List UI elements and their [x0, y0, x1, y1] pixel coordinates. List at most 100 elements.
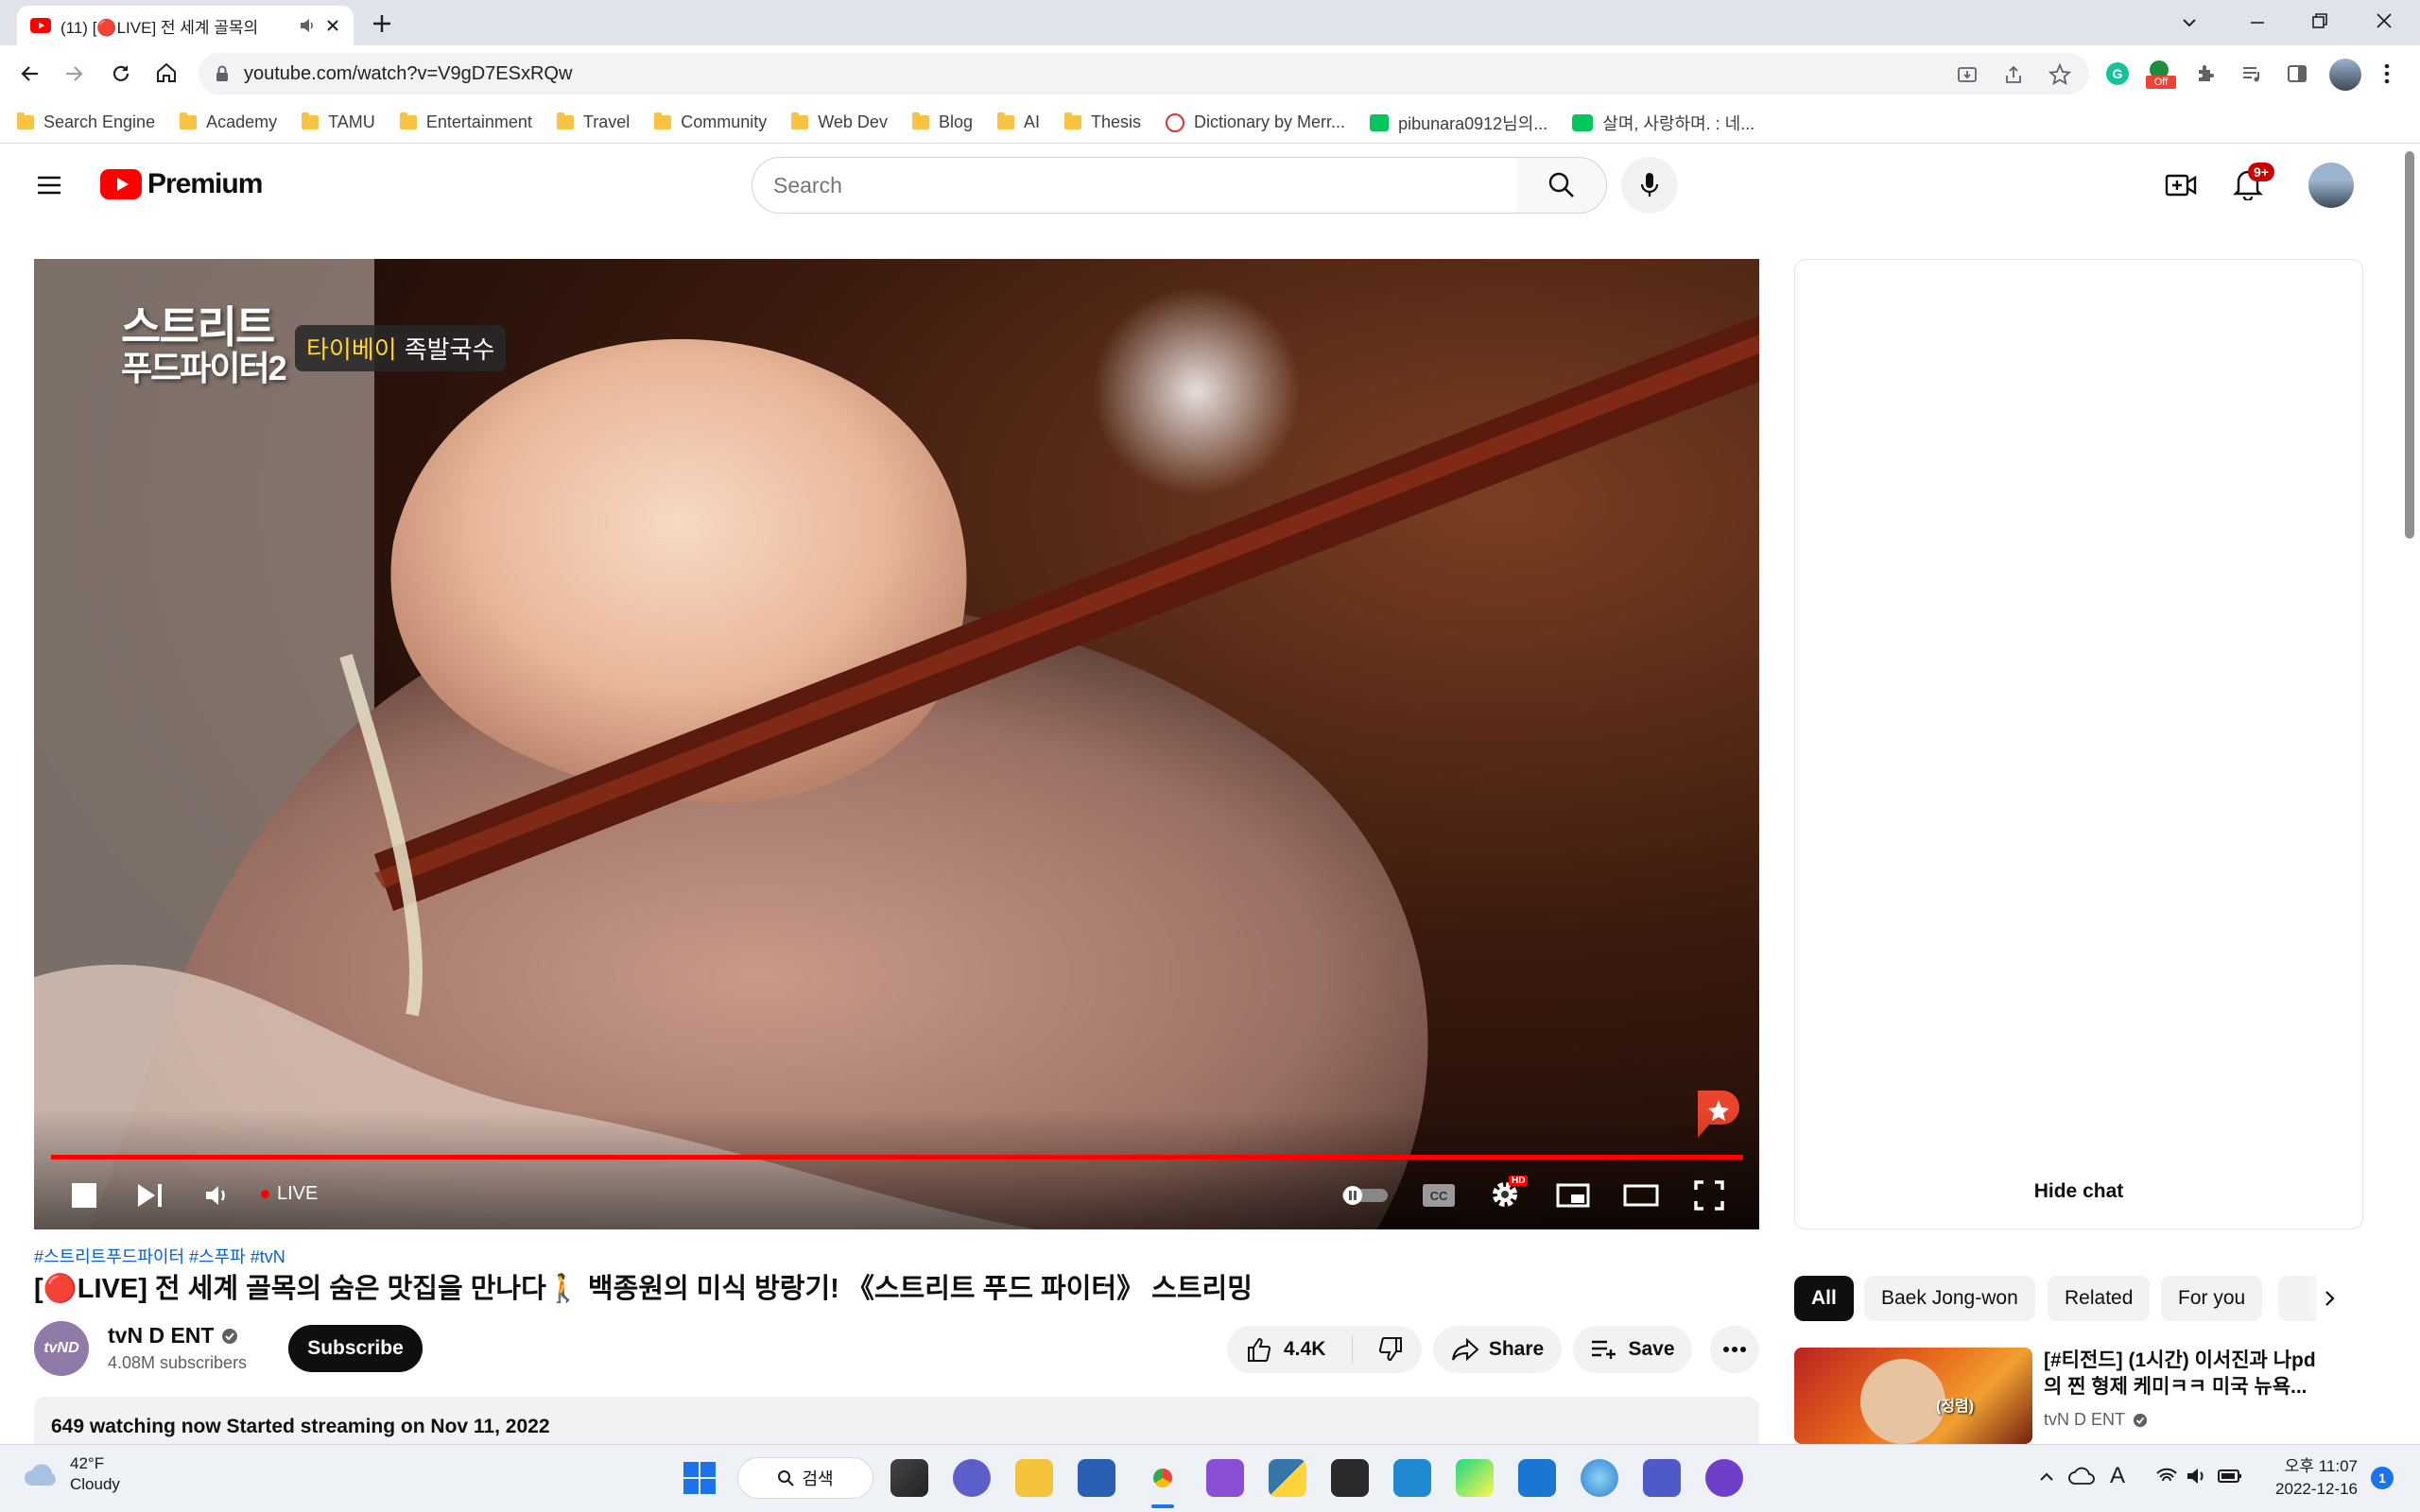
bookmark-item[interactable]: AI [996, 112, 1040, 132]
dislike-button[interactable] [1377, 1336, 1404, 1363]
bookmark-item[interactable]: Thesis [1064, 112, 1141, 132]
bookmark-item[interactable]: Web Dev [791, 112, 888, 132]
forward-icon[interactable] [62, 62, 85, 85]
theater-mode-button[interactable] [1622, 1181, 1660, 1210]
share-page-icon[interactable] [2003, 64, 2024, 85]
chip-all[interactable]: All [1794, 1276, 1854, 1321]
search-input[interactable]: Search [752, 157, 1517, 214]
ime-indicator[interactable]: A [2110, 1463, 2125, 1489]
recommendation-title[interactable]: [#티전드] (1시간) 이서진과 나pd 의 찐 형제 케미ㅋㅋ 미국 뉴욕.… [2044, 1348, 2384, 1400]
extension-off-icon[interactable]: Off [2146, 60, 2176, 89]
subscribe-button[interactable]: Subscribe [288, 1325, 423, 1372]
mute-button[interactable] [200, 1181, 233, 1210]
video-player[interactable]: 스트리트 푸드파이터2 타이베이 족발국수 LIVE CC HD [34, 259, 1759, 1229]
battery-icon[interactable] [2218, 1467, 2242, 1486]
teams-icon[interactable] [1643, 1459, 1681, 1497]
page-scrollbar-thumb[interactable] [2405, 151, 2414, 539]
hide-chat-button[interactable]: Hide chat [1795, 1180, 2362, 1203]
speaker-icon[interactable] [299, 18, 316, 33]
account-avatar[interactable] [2308, 163, 2354, 208]
share-button[interactable]: Share [1433, 1326, 1562, 1373]
chat-app-icon[interactable] [953, 1459, 991, 1497]
file-explorer-icon[interactable] [1015, 1459, 1053, 1497]
bookmark-star-icon[interactable] [2048, 63, 2071, 86]
tab-search-chevron-icon[interactable] [2180, 13, 2199, 32]
progress-bar[interactable] [51, 1155, 1743, 1160]
profile-avatar[interactable] [2329, 59, 2361, 91]
more-actions-button[interactable] [1710, 1326, 1759, 1373]
voice-search-button[interactable] [1621, 157, 1678, 214]
bookmark-item[interactable]: pibunara0912님의... [1370, 111, 1547, 135]
chip-related[interactable]: Related [2048, 1276, 2151, 1321]
channel-name-row[interactable]: tvN D ENT [108, 1323, 238, 1349]
recommendation-channel[interactable]: tvN D ENT [2044, 1410, 2148, 1430]
taskbar-clock[interactable]: 오후 11:07 2022-12-16 [2263, 1455, 2358, 1501]
channel-avatar[interactable]: tvND [34, 1321, 89, 1376]
bookmark-item[interactable]: Community [654, 112, 767, 132]
notification-center-badge[interactable]: 1 [2371, 1467, 2394, 1489]
windows-start-icon[interactable] [683, 1461, 717, 1495]
stop-button[interactable] [70, 1181, 98, 1210]
youtube-logo[interactable]: Premium [100, 168, 263, 200]
media-queue-icon[interactable] [2240, 62, 2263, 85]
reload-icon[interactable] [110, 62, 132, 85]
onedrive-icon[interactable] [2068, 1467, 2095, 1486]
captions-button[interactable]: CC [1420, 1181, 1458, 1210]
grammarly-icon[interactable]: G [2106, 62, 2129, 85]
bookmark-item[interactable]: Dictionary by Merr... [1166, 112, 1345, 132]
home-icon[interactable] [155, 61, 178, 84]
like-button[interactable]: 4.4K [1246, 1336, 1325, 1363]
minimize-icon[interactable] [2248, 13, 2267, 32]
github-desktop-icon[interactable] [1705, 1459, 1743, 1497]
volume-tray-icon[interactable] [2186, 1467, 2208, 1486]
restore-icon[interactable] [2310, 11, 2329, 30]
live-indicator[interactable]: LIVE [261, 1183, 318, 1205]
next-button[interactable] [134, 1181, 166, 1210]
bookmark-item[interactable]: Search Engine [17, 112, 155, 132]
close-tab-icon[interactable] [325, 18, 340, 33]
extensions-puzzle-icon[interactable] [2195, 62, 2218, 85]
terminal-icon[interactable] [1331, 1459, 1369, 1497]
miniplayer-button[interactable] [1554, 1181, 1592, 1210]
autoplay-toggle[interactable] [1339, 1181, 1392, 1210]
address-bar[interactable]: youtube.com/watch?v=V9gD7ESxRQw [199, 53, 2089, 94]
search-button[interactable] [1516, 157, 1607, 214]
notepad-icon[interactable] [1518, 1459, 1556, 1497]
settings-button[interactable]: HD [1486, 1176, 1529, 1211]
back-icon[interactable] [19, 62, 42, 85]
chrome-taskbar-icon[interactable] [1144, 1459, 1182, 1497]
video-hashtags[interactable]: #스트리트푸드파이터 #스푸파 #tvN [34, 1244, 285, 1268]
chip-for-you[interactable]: For you [2161, 1276, 2263, 1321]
bookmark-item[interactable]: Travel [556, 112, 630, 132]
wifi-icon[interactable] [2155, 1467, 2178, 1486]
chip-baek-jong-won[interactable]: Baek Jong-won [1864, 1276, 2035, 1321]
microsoft-store-icon[interactable] [1078, 1459, 1115, 1497]
bookmark-item[interactable]: Academy [180, 112, 277, 132]
recommendation-thumbnail[interactable]: (정렴) [1794, 1348, 2032, 1444]
install-app-icon[interactable] [1957, 64, 1978, 85]
taskbar-search[interactable]: 검색 [737, 1457, 873, 1499]
side-panel-icon[interactable] [2286, 62, 2308, 85]
vscode-icon[interactable] [1393, 1459, 1431, 1497]
bookmark-item[interactable]: 살며, 사랑하며. : 네... [1572, 111, 1754, 135]
bookmark-item[interactable]: Blog [911, 112, 973, 132]
create-video-icon[interactable] [2165, 170, 2197, 200]
bookmark-item[interactable]: TAMU [302, 112, 375, 132]
hamburger-menu-icon[interactable] [36, 174, 62, 197]
python-icon[interactable] [1269, 1459, 1306, 1497]
fullscreen-button[interactable] [1690, 1179, 1728, 1211]
globe-app-icon[interactable] [1581, 1459, 1618, 1497]
task-view-icon[interactable] [890, 1459, 928, 1497]
notifications-button[interactable]: 9+ [2233, 163, 2274, 206]
save-button[interactable]: Save [1573, 1326, 1692, 1373]
channel-name[interactable]: tvN D ENT [108, 1323, 214, 1349]
browser-tab[interactable]: (11) [🔴LIVE] 전 세계 골목의 [17, 6, 354, 45]
visual-studio-icon[interactable] [1206, 1459, 1244, 1497]
bookmark-item[interactable]: Entertainment [399, 112, 532, 132]
pycharm-icon[interactable] [1456, 1459, 1494, 1497]
tray-overflow-chevron-icon[interactable] [2038, 1469, 2055, 1486]
chevron-right-icon[interactable] [2320, 1289, 2339, 1308]
chrome-menu-icon[interactable] [2382, 62, 2392, 85]
close-window-icon[interactable] [2375, 11, 2394, 30]
weather-widget[interactable]: 42°F Cloudy [23, 1453, 120, 1495]
